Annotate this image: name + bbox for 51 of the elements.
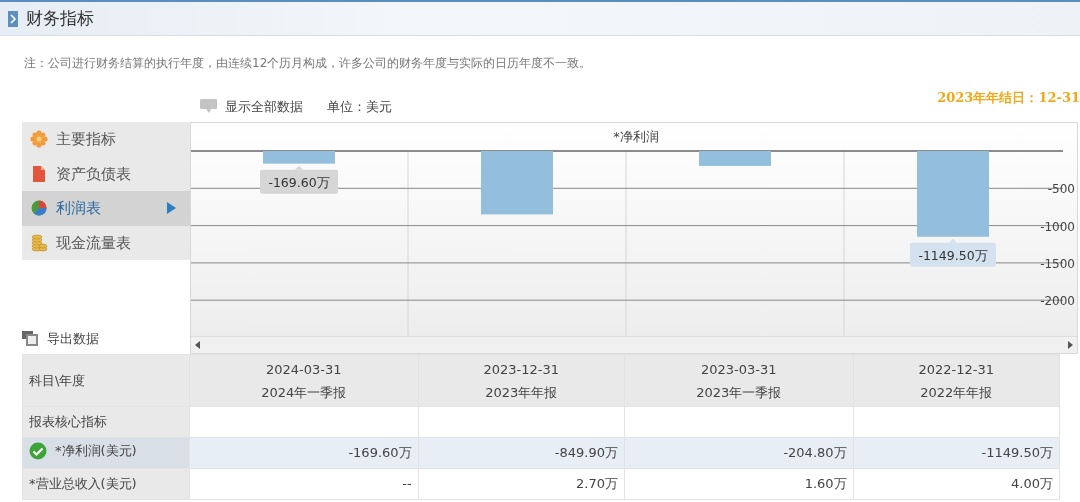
fiscal-year-end: 2023年年结日：12-31 [937,89,1080,107]
comment-icon [200,99,217,114]
table-cell: -1149.50万 [853,437,1060,469]
unit-label: 单位：美元 [327,97,392,116]
note-text: 注：公司进行财务结算的执行年度，由连续12个历月构成，许多公司的财务年度与实际的日历年度不一致。 [23,55,593,72]
table-cell: -- [189,468,419,500]
axis-tick-label: -1500 [1040,256,1075,271]
axis-tick-label: -2000 [1040,294,1075,309]
table-header-cell: 科目\年度 [22,354,190,407]
sidebar-item[interactable]: 利润表 [22,191,190,226]
table-cell: -204.80万 [624,437,854,469]
bar[interactable] [481,151,553,215]
annotation: -169.60万 [268,174,330,190]
bar[interactable] [263,151,335,164]
scroll-left-icon [195,341,200,349]
document-icon [30,164,48,183]
bar[interactable] [699,151,771,166]
scroll-right-icon [1068,341,1073,349]
export-icon [22,330,39,347]
table-cell: -169.60万 [189,437,419,469]
table-cell: 4.00万 [853,468,1060,500]
chart-title: *净利润 [613,129,659,144]
value-tooltip: -1149.50万 [910,238,996,267]
sidebar-item[interactable]: 现金流量表 [22,225,190,260]
column-header: 2024-03-31 2024年一季报 [189,354,419,407]
pie-chart-icon [30,199,48,218]
table-cell: -849.90万 [418,437,625,469]
triangle-icon [167,202,176,215]
page-title: 财务指标 [26,6,94,30]
show-all-link[interactable]: 显示全部数据 [200,96,303,122]
column-header: 2023-12-31 2023年年报 [418,354,625,407]
row-label: *营业总收入(美元) [22,468,190,500]
value-tooltip: -169.60万 [260,165,338,194]
row-label[interactable]: *净利润(美元) [22,437,190,469]
row-label: 报表核心指标 [22,406,190,438]
flower-icon [30,130,48,149]
bar[interactable] [917,151,989,237]
table-cell: 2.70万 [418,468,625,500]
scrollbar[interactable] [191,336,1077,353]
annotation: -1149.50万 [918,247,988,263]
axis-tick-label: -1000 [1040,219,1075,234]
table-cell: 1.60万 [624,468,854,500]
column-header: 2022-12-31 2022年年报 [853,354,1060,407]
coins-icon [30,233,48,252]
axis-tick-label: -500 [1047,182,1075,197]
export-link[interactable]: 导出数据 [22,328,190,354]
check-icon [29,441,47,460]
sidebar-item[interactable]: 主要指标 [22,122,190,157]
sidebar-item[interactable]: 资产负债表 [22,156,190,191]
chevron-icon [8,10,18,27]
column-header: 2023-03-31 2023年一季报 [624,354,854,407]
